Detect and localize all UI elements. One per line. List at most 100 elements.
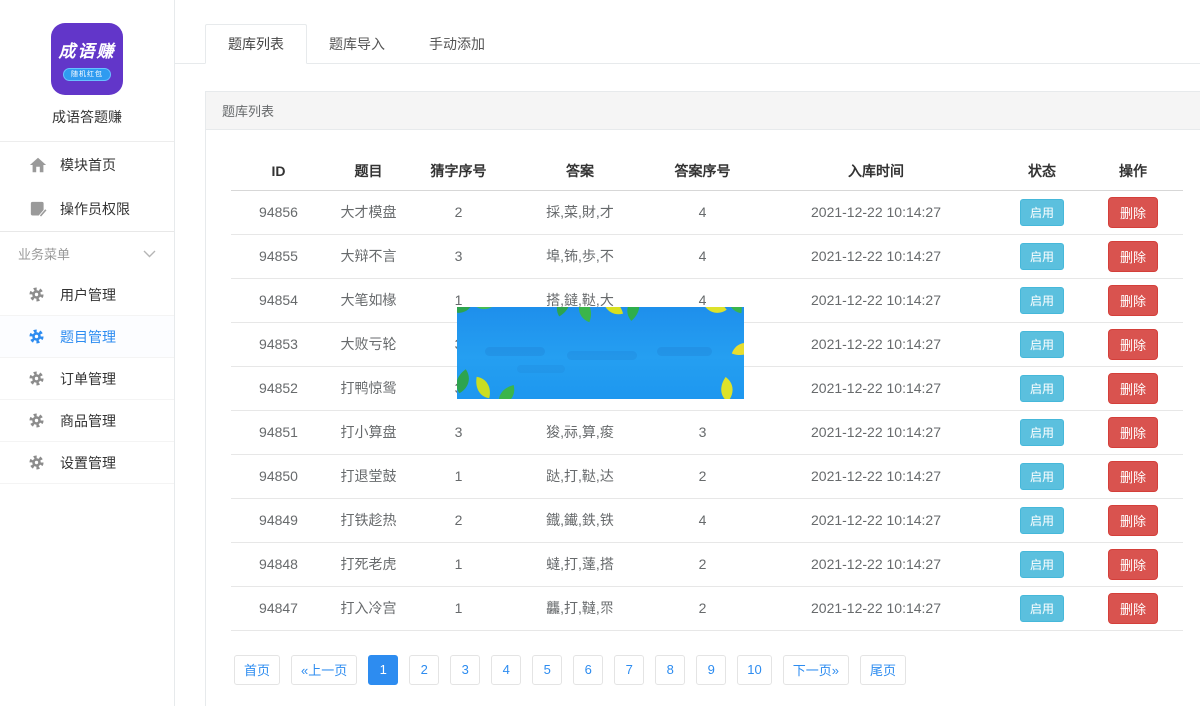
cell-id: 94851 [231, 410, 326, 454]
chevron-down-icon [143, 246, 156, 261]
sidebar-menu-item[interactable]: 商品管理 [0, 400, 174, 442]
enable-status-button[interactable]: 启用 [1020, 243, 1064, 270]
cell-action: 删除 [1083, 366, 1183, 410]
cell-time: 2021-12-22 10:14:27 [751, 410, 1001, 454]
enable-status-button[interactable]: 启用 [1020, 199, 1064, 226]
cell-answer: 鐡,䥫,鉄,铁 [506, 498, 654, 542]
cell-id: 94853 [231, 322, 326, 366]
cell-id: 94848 [231, 542, 326, 586]
enable-status-button[interactable]: 启用 [1020, 287, 1064, 314]
sidebar-item-label: 操作员权限 [60, 199, 130, 219]
cell-time: 2021-12-22 10:14:27 [751, 498, 1001, 542]
delete-button[interactable]: 删除 [1108, 197, 1158, 228]
sidebar-menu-item[interactable]: 题目管理 [0, 316, 174, 358]
cell-action: 删除 [1083, 410, 1183, 454]
sidebar-menu-item[interactable]: 订单管理 [0, 358, 174, 400]
delete-button[interactable]: 删除 [1108, 417, 1158, 448]
delete-button[interactable]: 删除 [1108, 593, 1158, 624]
cell-time: 2021-12-22 10:14:27 [751, 234, 1001, 278]
table-row: 94848 打死老虎 1 蟽,打,薘,搭 2 2021-12-22 10:14:… [231, 542, 1183, 586]
tab[interactable]: 手动添加 [407, 24, 507, 64]
cell-answer: 蟽,打,薘,搭 [506, 542, 654, 586]
cell-time: 2021-12-22 10:14:27 [751, 586, 1001, 630]
section-label: 业务菜单 [18, 244, 70, 263]
sidebar-section-business-menu[interactable]: 业务菜单 [0, 232, 174, 274]
panel-title: 题库列表 [222, 101, 274, 120]
col-header-answer: 答案 [506, 152, 654, 190]
table-row: 94849 打铁趁热 2 鐡,䥫,鉄,铁 4 2021-12-22 10:14:… [231, 498, 1183, 542]
cell-status: 启用 [1001, 498, 1083, 542]
cell-title: 打鸭惊鸳 [326, 366, 411, 410]
pagination-page-button[interactable]: 9 [696, 655, 726, 685]
delete-button[interactable]: 删除 [1108, 461, 1158, 492]
tab[interactable]: 题库导入 [307, 24, 407, 64]
cell-title: 打退堂鼓 [326, 454, 411, 498]
delete-button[interactable]: 删除 [1108, 241, 1158, 272]
enable-status-button[interactable]: 启用 [1020, 419, 1064, 446]
table-row: 94850 打退堂鼓 1 跶,打,鞑,达 2 2021-12-22 10:14:… [231, 454, 1183, 498]
delete-button[interactable]: 删除 [1108, 329, 1158, 360]
cell-status: 启用 [1001, 366, 1083, 410]
cell-id: 94855 [231, 234, 326, 278]
pagination-page-button[interactable]: 3 [450, 655, 480, 685]
enable-status-button[interactable]: 启用 [1020, 595, 1064, 622]
pagination-page-button[interactable]: 10 [737, 655, 771, 685]
logo-text: 成语赚 [59, 37, 116, 62]
cell-answer: 狻,祘,算,痠 [506, 410, 654, 454]
gear-icon [28, 454, 46, 472]
cell-guess-no: 1 [411, 454, 506, 498]
delete-button[interactable]: 删除 [1108, 285, 1158, 316]
table-body: 94856 大才模盘 2 採,菜,財,才 4 2021-12-22 10:14:… [231, 190, 1183, 630]
cell-answer-no: 4 [654, 498, 751, 542]
cell-status: 启用 [1001, 234, 1083, 278]
pagination-page-button[interactable]: 7 [614, 655, 644, 685]
pagination-prev-button[interactable]: «上一页 [291, 655, 357, 685]
sidebar-menu-item[interactable]: 用户管理 [0, 274, 174, 316]
pagination-page-button[interactable]: 2 [409, 655, 439, 685]
sidebar-item-module-home[interactable]: 模块首页 [0, 142, 174, 187]
cell-status: 启用 [1001, 454, 1083, 498]
pagination-last-button[interactable]: 尾页 [860, 655, 906, 685]
pagination-first-button[interactable]: 首页 [234, 655, 280, 685]
cell-id: 94852 [231, 366, 326, 410]
logo-block: 成语赚 随机红包 成语答题赚 [0, 0, 174, 142]
cell-guess-no: 1 [411, 542, 506, 586]
pagination-page-button[interactable]: 8 [655, 655, 685, 685]
sidebar-menu-item-label: 用户管理 [60, 285, 116, 305]
cell-action: 删除 [1083, 498, 1183, 542]
pagination-next-button[interactable]: 下一页» [783, 655, 849, 685]
delete-button[interactable]: 删除 [1108, 549, 1158, 580]
game-banner-overlay-image [457, 307, 744, 399]
tab[interactable]: 题库列表 [205, 24, 307, 64]
cell-status: 启用 [1001, 586, 1083, 630]
cell-action: 删除 [1083, 278, 1183, 322]
delete-button[interactable]: 删除 [1108, 373, 1158, 404]
delete-button[interactable]: 删除 [1108, 505, 1158, 536]
enable-status-button[interactable]: 启用 [1020, 375, 1064, 402]
enable-status-button[interactable]: 启用 [1020, 551, 1064, 578]
pagination-pages: 123456789 10 [368, 655, 782, 685]
gear-icon [28, 412, 46, 430]
pagination-page-button[interactable]: 1 [368, 655, 398, 685]
sidebar-menu: 用户管理 题目管理 订单 [0, 274, 174, 484]
cell-guess-no: 3 [411, 234, 506, 278]
enable-status-button[interactable]: 启用 [1020, 507, 1064, 534]
cell-time: 2021-12-22 10:14:27 [751, 542, 1001, 586]
cell-status: 启用 [1001, 410, 1083, 454]
enable-status-button[interactable]: 启用 [1020, 463, 1064, 490]
sidebar-item-operator-permission[interactable]: 操作员权限 [0, 187, 174, 232]
cell-time: 2021-12-22 10:14:27 [751, 322, 1001, 366]
sidebar-menu-item[interactable]: 设置管理 [0, 442, 174, 484]
cell-answer-no: 2 [654, 542, 751, 586]
col-header-title: 题目 [326, 152, 411, 190]
pagination-page-button[interactable]: 6 [573, 655, 603, 685]
cell-id: 94856 [231, 190, 326, 234]
cell-id: 94854 [231, 278, 326, 322]
cell-action: 删除 [1083, 322, 1183, 366]
cell-guess-no: 2 [411, 190, 506, 234]
enable-status-button[interactable]: 启用 [1020, 331, 1064, 358]
pagination-page-button[interactable]: 4 [491, 655, 521, 685]
sidebar-item-label: 模块首页 [60, 155, 116, 175]
pagination-page-button[interactable]: 5 [532, 655, 562, 685]
gear-icon [28, 328, 46, 346]
